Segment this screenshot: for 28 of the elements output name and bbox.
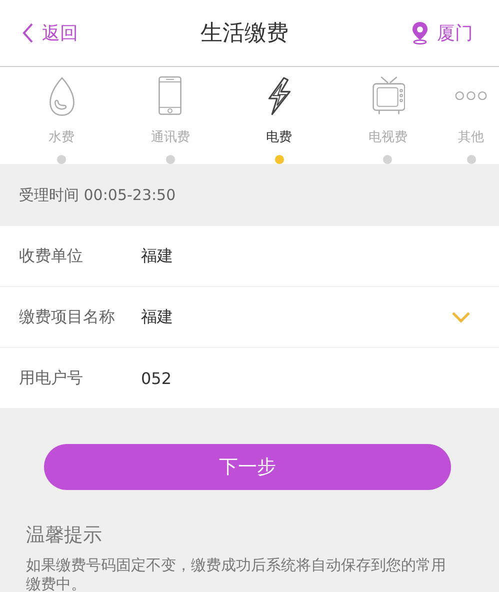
input-field[interactable]: 052 — [141, 368, 471, 388]
select-field[interactable]: 福建 — [141, 306, 451, 328]
category-tab[interactable]: 电视费 — [336, 67, 440, 164]
category-tab[interactable]: 通讯费 — [118, 67, 222, 164]
category-tab[interactable]: 水费 — [10, 67, 113, 164]
field-label: 用电户号 — [19, 368, 84, 388]
category-tab[interactable]: 电费 — [228, 67, 330, 164]
tips-text: 如果缴费号码固定不变，缴费成功后系统将自动保存到您的常用缴费中。 — [25, 556, 447, 592]
television-icon — [370, 75, 405, 116]
input-field[interactable]: 福建 — [141, 246, 471, 266]
tips-title: 温馨提示 — [25, 523, 103, 548]
location-pin-icon — [411, 21, 429, 45]
city-button[interactable]: 厦门 — [411, 21, 473, 45]
next-button[interactable]: 下一步 — [44, 444, 451, 490]
back-button[interactable]: 返回 — [22, 21, 78, 45]
indicator-dot — [383, 155, 392, 164]
service-hours: 受理时间 00:05-23:50 — [18, 184, 177, 206]
indicator-dot — [466, 155, 476, 164]
field-label: 收费单位 — [19, 246, 84, 266]
page-title: 生活缴费 — [200, 20, 288, 48]
indicator-dot — [166, 155, 175, 164]
more-dots-icon — [454, 91, 488, 100]
indicator-dot — [274, 155, 284, 164]
category-tab[interactable]: 其他 — [445, 67, 497, 164]
chevron-down-icon — [451, 311, 471, 323]
field-label: 缴费项目名称 — [19, 306, 116, 328]
back-chevron-icon — [22, 22, 34, 44]
indicator-dot — [57, 155, 66, 164]
